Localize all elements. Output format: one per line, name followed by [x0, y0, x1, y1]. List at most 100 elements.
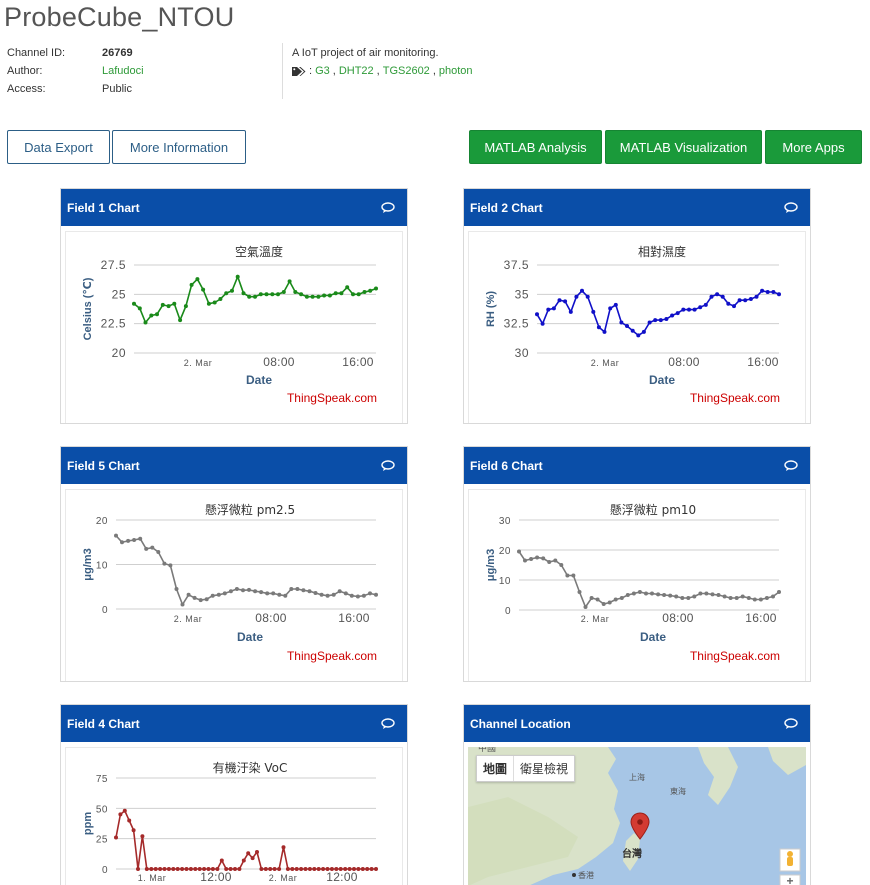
- data-point: [114, 533, 118, 538]
- x-axis-label: Date: [649, 373, 675, 387]
- channel-description-block: A IoT project of air monitoring. : G3, D…: [292, 44, 473, 80]
- data-export-button[interactable]: Data Export: [7, 130, 110, 164]
- data-point: [777, 590, 781, 594]
- satellite-view-button[interactable]: 衛星檢視: [514, 756, 574, 781]
- data-point: [601, 602, 606, 606]
- data-point: [647, 320, 652, 325]
- data-point: [345, 285, 350, 290]
- data-point: [307, 867, 312, 871]
- tag-link[interactable]: DHT22: [339, 62, 374, 80]
- data-point: [715, 292, 720, 297]
- series-line: [518, 551, 780, 609]
- data-point: [270, 292, 275, 297]
- data-point: [681, 307, 686, 312]
- data-point: [356, 867, 361, 871]
- data-point: [613, 302, 618, 307]
- data-point: [664, 317, 669, 321]
- data-point: [295, 587, 300, 591]
- comment-icon[interactable]: [381, 717, 395, 730]
- data-point: [250, 856, 255, 861]
- data-point: [287, 279, 292, 284]
- data-point: [241, 291, 246, 296]
- data-point: [698, 305, 703, 310]
- data-point: [670, 313, 675, 318]
- author-link[interactable]: Lafudoci: [102, 62, 144, 80]
- data-point: [178, 318, 183, 323]
- location-card: Channel Location 中國 上海 東海 台灣 香港 + 地圖 衛星檢…: [463, 704, 811, 885]
- thingspeak-credit: ThingSpeak.com: [287, 391, 377, 405]
- y-tick-label: 22.5: [101, 317, 126, 331]
- matlab-visualization-button[interactable]: MATLAB Visualization: [605, 130, 762, 164]
- y-axis-label: μg/m3: [485, 549, 497, 581]
- y-axis-label: Celsius (℃): [82, 277, 94, 340]
- x-axis-label: Date: [246, 373, 272, 387]
- data-point: [198, 598, 203, 603]
- series-line: [536, 289, 780, 337]
- x-tick-label: 12:00: [326, 870, 358, 884]
- data-point: [722, 594, 727, 599]
- zoom-in-button[interactable]: +: [779, 874, 801, 885]
- tag-link[interactable]: TGS2602: [383, 62, 430, 80]
- data-point: [228, 589, 233, 594]
- data-point: [222, 591, 227, 596]
- data-point: [374, 867, 378, 871]
- data-point: [144, 546, 149, 551]
- data-point: [138, 536, 143, 541]
- data-point: [743, 298, 748, 303]
- x-tick-label: 2. Mar: [581, 614, 610, 624]
- data-point: [374, 286, 378, 291]
- field1-chart-area: 空氣溫度 20 22.5 25 27.5 Celsius (℃) 2. Mar 08:00 16…: [65, 231, 403, 423]
- tag-link[interactable]: G3: [315, 62, 330, 80]
- data-point: [218, 297, 223, 301]
- data-point: [166, 304, 171, 309]
- data-point: [310, 294, 315, 299]
- field6-card: Field 6 Chart 懸浮微粒 pm10 0 10 20 30 μg/m3 2. Ma…: [463, 446, 811, 682]
- data-point: [369, 867, 374, 871]
- pegman-icon[interactable]: [779, 848, 801, 872]
- matlab-analysis-button[interactable]: MATLAB Analysis: [469, 130, 602, 164]
- x-tick-label: 2. Mar: [174, 614, 203, 624]
- data-point: [224, 867, 229, 871]
- data-point: [571, 573, 576, 578]
- chart-title: 空氣溫度: [235, 244, 283, 259]
- more-apps-button[interactable]: More Apps: [765, 130, 862, 164]
- data-point: [228, 867, 233, 871]
- data-point: [709, 294, 714, 299]
- comment-icon[interactable]: [381, 459, 395, 472]
- more-information-button[interactable]: More Information: [112, 130, 246, 164]
- chart-title: 相對濕度: [638, 244, 686, 259]
- data-point: [720, 294, 725, 299]
- data-point: [143, 320, 148, 325]
- x-tick-label: 16:00: [745, 611, 777, 625]
- data-point: [301, 588, 306, 593]
- x-tick-label: 1. Mar: [138, 873, 167, 883]
- channel-location-map[interactable]: 中國 上海 東海 台灣 香港 + 地圖 衛星檢視: [468, 747, 806, 885]
- data-point: [361, 593, 366, 598]
- data-point: [737, 298, 742, 303]
- data-point: [265, 591, 270, 596]
- data-point: [158, 867, 163, 871]
- location-card-title: Channel Location: [470, 716, 571, 731]
- data-point: [758, 597, 763, 602]
- svg-text:+: +: [786, 874, 793, 885]
- map-view-button[interactable]: 地圖: [477, 756, 515, 781]
- comment-icon[interactable]: [784, 717, 798, 730]
- y-tick-label: 30: [515, 346, 529, 360]
- thingspeak-credit: ThingSpeak.com: [690, 391, 780, 405]
- tag-link[interactable]: photon: [439, 62, 473, 80]
- data-point: [285, 867, 290, 871]
- comment-icon[interactable]: [784, 201, 798, 214]
- data-point: [728, 596, 733, 600]
- data-point: [596, 325, 601, 330]
- data-point: [233, 867, 237, 871]
- y-tick-label: 30: [499, 516, 511, 527]
- data-point: [268, 867, 273, 871]
- thingspeak-credit: ThingSpeak.com: [690, 649, 780, 663]
- field5-card-title: Field 5 Chart: [67, 458, 140, 473]
- field5-card: Field 5 Chart 懸浮微粒 pm2.5 0 10 20 μg/m3 2. Mar…: [60, 446, 408, 682]
- channel-meta: Channel ID: 26769 Author: Lafudoci Access:…: [7, 44, 144, 98]
- data-point: [281, 290, 286, 294]
- data-point: [777, 292, 781, 297]
- comment-icon[interactable]: [784, 459, 798, 472]
- comment-icon[interactable]: [381, 201, 395, 214]
